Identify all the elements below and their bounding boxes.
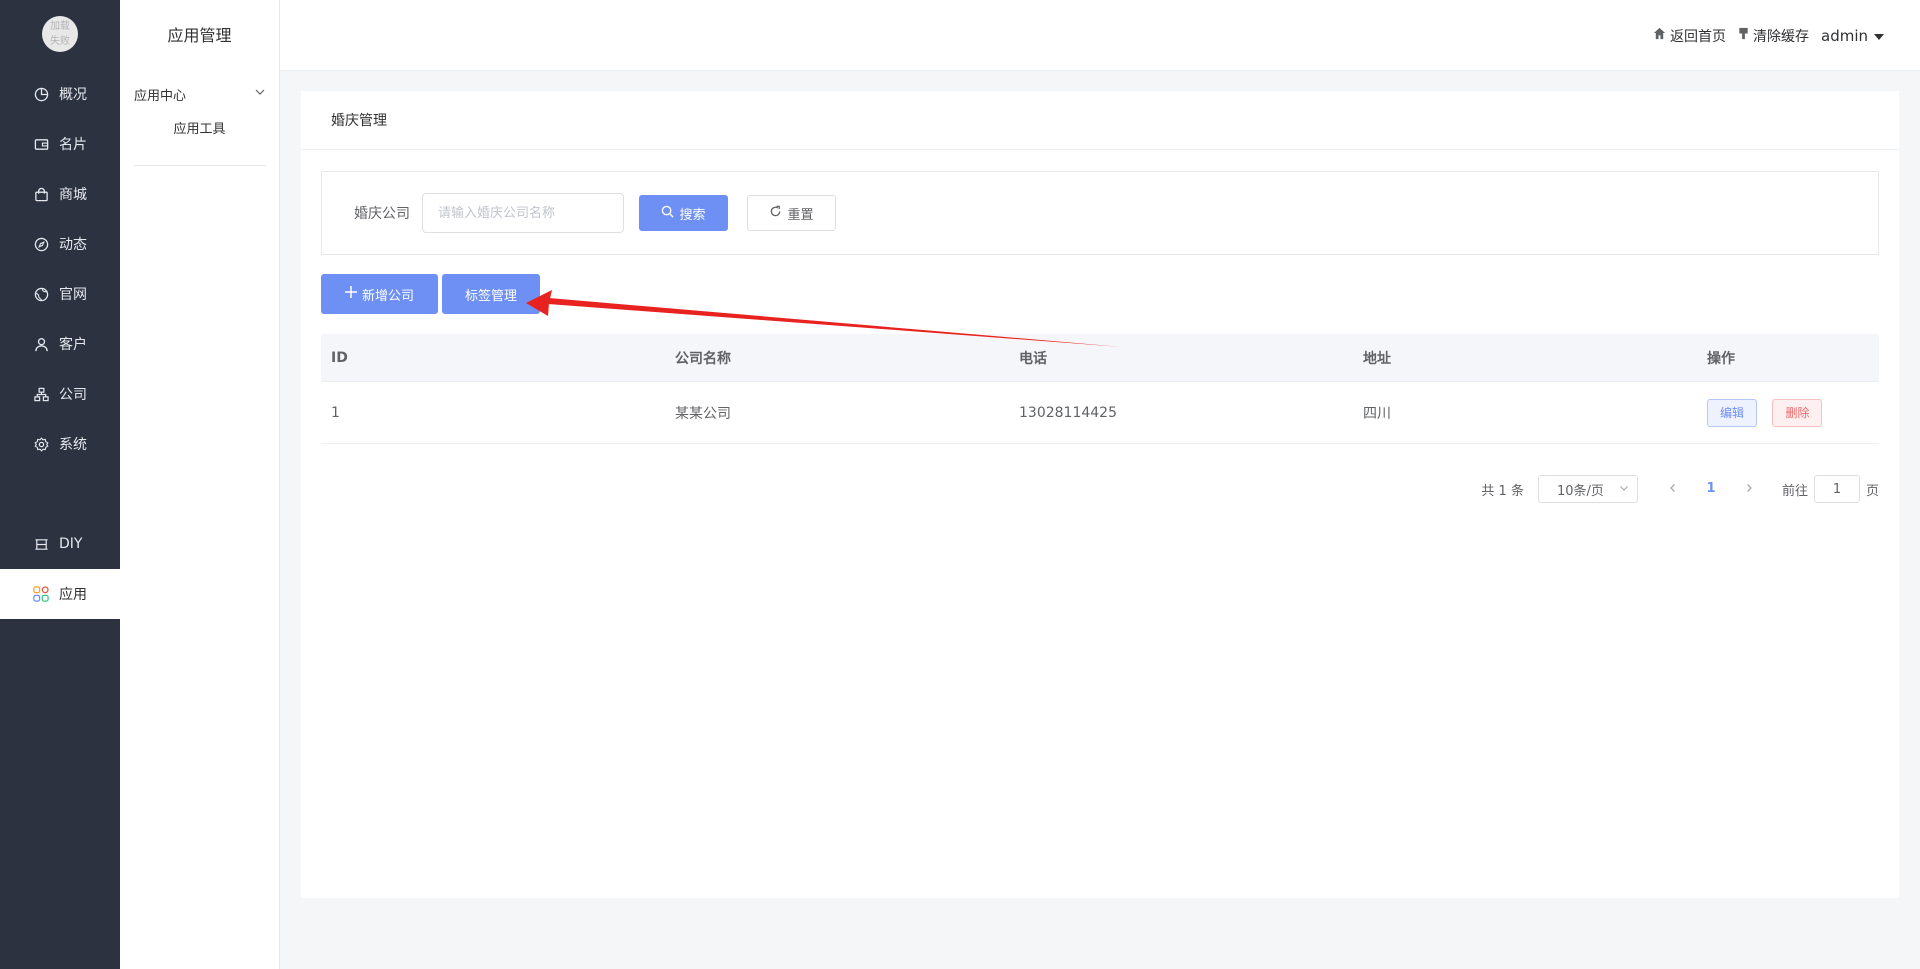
column-header-id: ID <box>331 349 348 366</box>
tag-management-button[interactable]: 标签管理 <box>442 274 540 314</box>
nav-label: 名片 <box>59 137 87 153</box>
cell-address: 四川 <box>1363 405 1391 422</box>
pie-chart-icon <box>33 86 49 102</box>
nav-item-apps[interactable]: 应用 <box>0 569 120 619</box>
globe-icon <box>33 286 49 302</box>
company-search-input[interactable] <box>422 193 624 233</box>
chevron-right-icon <box>1744 482 1754 497</box>
nav-label: 系统 <box>59 437 87 453</box>
plus-icon <box>344 286 357 302</box>
nav-item-system[interactable]: 系统 <box>0 419 120 469</box>
chevron-down-icon <box>254 86 266 102</box>
pagination: 共 1 条 10条/页 1 前往 页 <box>1481 475 1879 503</box>
nav-label: 官网 <box>59 287 87 303</box>
reset-button-label: 重置 <box>787 207 814 223</box>
main-card: 婚庆管理 婚庆公司 搜索 重置 新增公司 标签管理 ID 公司名称 电话 地址 … <box>301 91 1899 898</box>
user-menu[interactable]: admin <box>1821 27 1884 45</box>
logo-text-1: 加载 <box>50 21 70 32</box>
goto-prefix: 前往 <box>1781 483 1808 499</box>
home-link-label: 返回首页 <box>1670 28 1726 45</box>
nav-label: 动态 <box>59 237 87 253</box>
username: admin <box>1821 26 1868 45</box>
column-header-name: 公司名称 <box>675 350 731 367</box>
secondary-sidebar-title: 应用管理 <box>167 26 232 45</box>
submenu-group-app-center[interactable]: 应用中心 <box>134 84 266 104</box>
goto-suffix: 页 <box>1865 483 1879 499</box>
nav-item-company[interactable]: 公司 <box>0 369 120 419</box>
page-title: 婚庆管理 <box>301 91 1899 150</box>
divider <box>134 165 266 166</box>
secondary-sidebar: 应用管理 应用中心 应用工具 <box>120 0 280 969</box>
refresh-icon <box>769 205 782 222</box>
table-row: 1 某某公司 13028114425 四川 编辑 删除 <box>321 382 1879 444</box>
shopping-bag-icon <box>33 186 49 202</box>
cell-phone: 13028114425 <box>1019 404 1117 421</box>
page-size-select[interactable]: 10条/页 <box>1537 475 1638 503</box>
logo: 加载 失败 <box>42 16 78 52</box>
column-header-phone: 电话 <box>1019 350 1047 367</box>
chevron-left-icon <box>1668 482 1678 497</box>
cell-actions: 编辑 删除 <box>1697 398 1879 427</box>
nav-label: DIY <box>59 536 83 552</box>
home-link[interactable]: 返回首页 <box>1653 26 1726 46</box>
add-company-button[interactable]: 新增公司 <box>321 274 438 314</box>
nav-item-website[interactable]: 官网 <box>0 269 120 319</box>
column-header-actions: 操作 <box>1707 350 1735 367</box>
gear-icon <box>33 436 49 452</box>
caret-down-icon <box>1874 27 1884 45</box>
nav-label: 概况 <box>59 87 87 103</box>
main-sidebar: 加载 失败 概况 名片 商城 动态 官网 客户 公司 系统 DIY 应用 <box>0 0 120 969</box>
goto-page-input[interactable] <box>1813 475 1860 503</box>
brush-icon <box>1738 27 1749 44</box>
nav-label: 应用 <box>59 587 87 603</box>
clear-cache-link[interactable]: 清除缓存 <box>1738 26 1809 46</box>
page-size-value: 10条/页 <box>1556 483 1604 499</box>
nav-label: 客户 <box>59 337 87 353</box>
nav-item-diy[interactable]: DIY <box>0 519 120 569</box>
org-chart-icon <box>33 386 49 402</box>
nav-label: 商城 <box>59 187 87 203</box>
submenu-group-label: 应用中心 <box>134 88 187 104</box>
company-filter-label: 婚庆公司 <box>354 206 410 222</box>
header-actions: 返回首页 清除缓存 admin <box>1653 0 1884 71</box>
logo-text-2: 失败 <box>50 36 70 47</box>
next-page-button[interactable] <box>1734 475 1764 503</box>
search-button-label: 搜索 <box>679 207 706 223</box>
top-header: 返回首页 清除缓存 admin <box>280 0 1920 71</box>
nav-item-card[interactable]: 名片 <box>0 119 120 169</box>
edit-button[interactable]: 编辑 <box>1707 398 1758 427</box>
page-number-current[interactable]: 1 <box>1696 475 1726 503</box>
table-header: ID 公司名称 电话 地址 操作 <box>321 334 1879 382</box>
nav-item-overview[interactable]: 概况 <box>0 69 120 119</box>
add-company-label: 新增公司 <box>361 288 414 304</box>
cell-company-name: 某某公司 <box>675 405 731 422</box>
nav-item-mall[interactable]: 商城 <box>0 169 120 219</box>
prev-page-button[interactable] <box>1658 475 1688 503</box>
clear-cache-label: 清除缓存 <box>1753 28 1809 45</box>
company-table: ID 公司名称 电话 地址 操作 1 某某公司 13028114425 四川 编… <box>321 334 1879 444</box>
chevron-down-icon <box>1619 482 1629 497</box>
search-form: 婚庆公司 搜索 重置 <box>321 171 1879 255</box>
nav-item-customer[interactable]: 客户 <box>0 319 120 369</box>
wallet-icon <box>33 136 49 152</box>
page-jumper: 前往 页 <box>1782 475 1879 503</box>
submenu-item-app-tools[interactable]: 应用工具 <box>120 118 279 137</box>
nav-label: 公司 <box>59 387 87 403</box>
reset-button[interactable]: 重置 <box>747 195 836 231</box>
column-header-address: 地址 <box>1363 350 1391 367</box>
tag-management-label: 标签管理 <box>464 288 517 304</box>
cell-id: 1 <box>331 404 340 421</box>
nav-item-feed[interactable]: 动态 <box>0 219 120 269</box>
layout-icon <box>33 536 49 552</box>
user-icon <box>33 336 49 352</box>
compass-icon <box>33 236 49 252</box>
delete-button[interactable]: 删除 <box>1772 398 1823 427</box>
apps-grid-icon <box>33 586 49 602</box>
home-icon <box>1653 27 1666 44</box>
search-icon <box>661 205 675 222</box>
pagination-total: 共 1 条 <box>1481 483 1524 499</box>
search-button[interactable]: 搜索 <box>639 195 728 231</box>
